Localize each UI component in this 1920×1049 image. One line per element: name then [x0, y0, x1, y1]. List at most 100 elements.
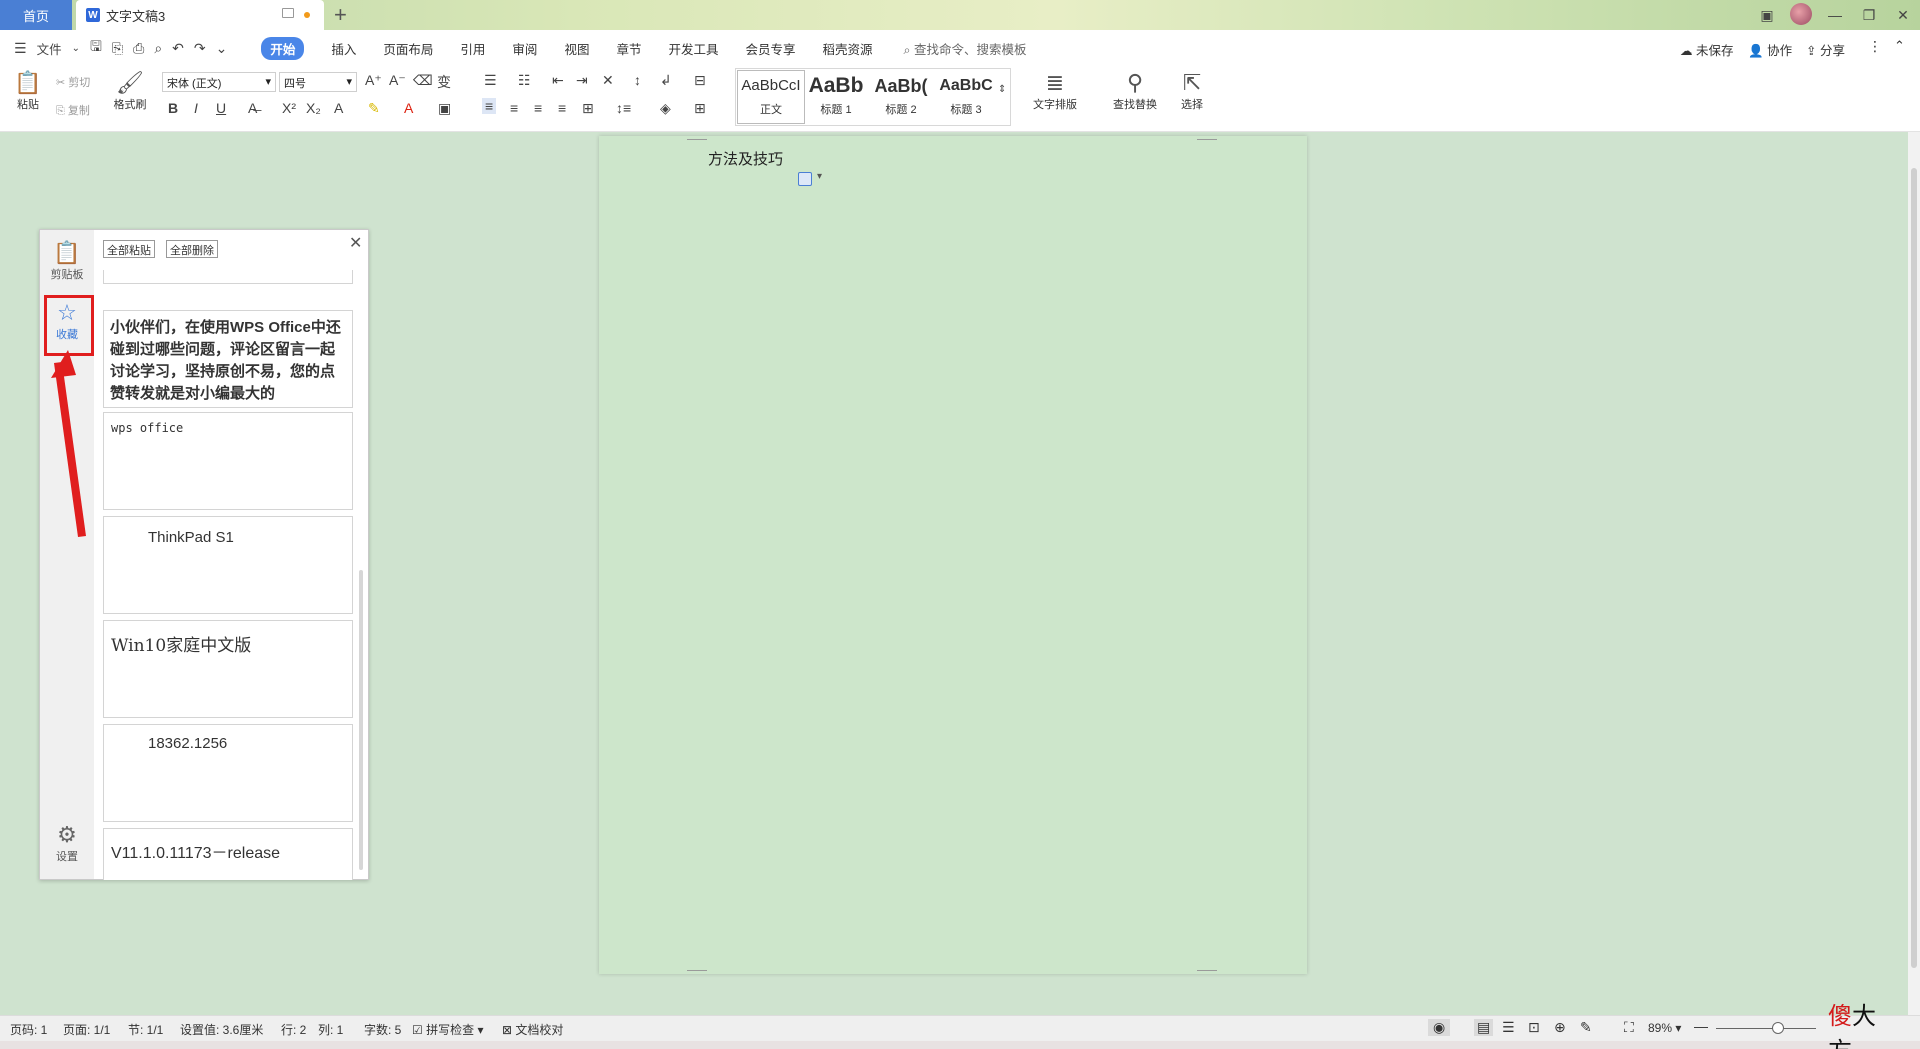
menu-chapter[interactable]: 章节	[616, 39, 641, 58]
list-item[interactable]	[103, 270, 353, 284]
document-page[interactable]	[599, 136, 1307, 974]
web-view-icon[interactable]: ⊕	[1554, 1019, 1566, 1036]
font-size-select[interactable]: 四号 ▾	[279, 72, 357, 92]
italic-icon[interactable]: I	[194, 100, 198, 116]
decrease-indent-icon[interactable]: ⇤	[552, 72, 564, 89]
redo-icon[interactable]: ↷	[194, 40, 206, 57]
list-item[interactable]: ThinkPad S1	[103, 516, 353, 614]
clear-format-icon[interactable]: ⌫	[413, 72, 433, 89]
save-icon[interactable]: 🖫	[90, 36, 102, 60]
font-color-icon[interactable]: A	[404, 100, 413, 116]
increase-indent-icon[interactable]: ⇥	[576, 72, 588, 89]
customize-chevron-icon[interactable]: ⌄	[216, 40, 228, 57]
bullet-list-icon[interactable]: ☰	[484, 72, 497, 89]
undo-icon[interactable]: ↶	[172, 40, 184, 57]
export-pdf-icon[interactable]: ⎘	[112, 40, 123, 57]
chinese-layout-icon[interactable]: ✕	[602, 72, 614, 89]
page-view-icon[interactable]: ▤	[1474, 1019, 1494, 1036]
char-border-icon[interactable]: ▣	[438, 100, 451, 117]
zoom-slider-track[interactable]	[1716, 1028, 1816, 1029]
file-menu[interactable]: 文件	[37, 39, 62, 58]
delete-all-button[interactable]: 全部删除	[166, 240, 218, 258]
unsaved-button[interactable]: ☁ 未保存	[1680, 40, 1734, 59]
close-window-icon[interactable]: ✕	[1886, 7, 1920, 24]
line-spacing-icon[interactable]: ↕≡	[616, 100, 631, 116]
paste-options-icon[interactable]	[798, 171, 822, 186]
style-heading-2[interactable]: AaBb( 标题 2	[867, 70, 935, 124]
menu-docer[interactable]: 稻壳资源	[823, 39, 873, 58]
menu-view[interactable]: 视图	[564, 39, 589, 58]
align-center-icon[interactable]: ≡	[510, 100, 518, 116]
show-marks-icon[interactable]: ↲	[660, 72, 672, 89]
justify-icon[interactable]: ≡	[558, 100, 566, 116]
bold-icon[interactable]: B	[168, 100, 178, 116]
share-button[interactable]: ⇪ 分享	[1806, 40, 1845, 59]
find-replace-button[interactable]: ⚲ 查找替换	[1104, 70, 1166, 112]
underline-icon[interactable]: U	[216, 100, 226, 116]
spell-check-button[interactable]: ☑ 拼写检查 ▾	[412, 1021, 484, 1038]
paste-all-button[interactable]: 全部粘贴	[103, 240, 155, 258]
monitor-icon[interactable]	[282, 8, 294, 18]
list-item[interactable]: Win10家庭中文版	[103, 620, 353, 718]
style-gallery-more-icon[interactable]: ⇕	[998, 84, 1006, 95]
subscript-icon[interactable]: X₂	[306, 100, 321, 116]
cut-button[interactable]: ✂ 剪切	[56, 74, 90, 90]
status-section[interactable]: 节: 1/1	[128, 1021, 163, 1038]
fit-page-icon[interactable]: ⛶	[1624, 1019, 1634, 1036]
menu-references[interactable]: 引用	[460, 39, 485, 58]
menu-developer[interactable]: 开发工具	[668, 39, 718, 58]
clipboard-scrollbar[interactable]	[359, 570, 363, 870]
hamburger-icon[interactable]: ☰	[14, 40, 27, 57]
format-painter-button[interactable]: 🖌 格式刷	[110, 70, 150, 112]
menu-insert[interactable]: 插入	[331, 39, 356, 58]
collab-button[interactable]: 👤 协作	[1748, 40, 1792, 59]
copy-button[interactable]: ⎘ 复制	[56, 102, 90, 118]
style-heading-1[interactable]: AaBb 标题 1	[802, 70, 870, 124]
numbered-list-icon[interactable]: ☷	[518, 72, 531, 89]
status-setting[interactable]: 设置值: 3.6厘米	[180, 1021, 263, 1038]
restore-icon[interactable]: ❐	[1852, 7, 1886, 24]
tab-stops-icon[interactable]: ⊟	[694, 72, 706, 89]
menu-start[interactable]: 开始	[261, 36, 305, 60]
list-item[interactable]: V11.1.0.11173－release	[103, 828, 353, 880]
pinyin-icon[interactable]: 变	[437, 72, 451, 92]
sidebar-item-clipboard[interactable]: 📋 剪贴板	[40, 240, 94, 282]
shrink-font-icon[interactable]: A⁻	[389, 72, 406, 89]
layout-icon[interactable]: ▣	[1750, 7, 1784, 24]
close-icon[interactable]: ✕	[349, 233, 362, 253]
search-command-input[interactable]: ⌕ 查找命令、搜索模板	[904, 39, 1027, 58]
zoom-slider-handle[interactable]	[1772, 1022, 1784, 1034]
text-layout-button[interactable]: ≣ 文字排版	[1024, 70, 1086, 112]
eye-protection-icon[interactable]: ◉	[1428, 1019, 1451, 1036]
more-icon[interactable]: ⋮	[1868, 38, 1882, 55]
borders-icon[interactable]: ⊞	[694, 100, 706, 117]
outline-view-icon[interactable]: ☰	[1502, 1019, 1515, 1036]
select-button[interactable]: ⇱ 选择	[1172, 70, 1212, 112]
status-page-code[interactable]: 页码: 1	[10, 1021, 47, 1038]
highlight-icon[interactable]: ✎	[368, 100, 380, 117]
document-text[interactable]: 方法及技巧	[708, 148, 783, 169]
menu-page-layout[interactable]: 页面布局	[383, 39, 433, 58]
tab-document[interactable]: W 文字文稿3	[76, 0, 324, 30]
collapse-ribbon-icon[interactable]: ⌃	[1894, 38, 1905, 54]
shading-icon[interactable]: ◈	[660, 100, 671, 117]
status-row[interactable]: 行: 2	[281, 1021, 306, 1038]
strikethrough-icon[interactable]: A̶	[248, 100, 257, 116]
scrollbar-thumb[interactable]	[1911, 168, 1917, 968]
grow-font-icon[interactable]: A⁺	[365, 72, 382, 89]
pen-icon[interactable]: ✎	[1580, 1019, 1592, 1036]
vertical-scrollbar[interactable]	[1908, 132, 1920, 1015]
menu-member[interactable]: 会员专享	[745, 39, 795, 58]
font-name-select[interactable]: 宋体 (正文) ▾	[162, 72, 276, 92]
superscript-icon[interactable]: X²	[282, 100, 296, 116]
style-normal[interactable]: AaBbCcI 正文	[737, 70, 805, 124]
align-left-icon[interactable]: ≡	[482, 98, 497, 114]
sidebar-item-settings[interactable]: ⚙ 设置	[40, 822, 94, 864]
reading-view-icon[interactable]: ⊡	[1528, 1019, 1540, 1036]
status-pages[interactable]: 页面: 1/1	[63, 1021, 110, 1038]
list-item[interactable]: wps office	[103, 412, 353, 510]
file-chevron-icon[interactable]: ⌄	[72, 43, 80, 54]
distribute-icon[interactable]: ⊞	[582, 100, 594, 117]
minimize-icon[interactable]: —	[1818, 7, 1852, 23]
zoom-out-icon[interactable]: —	[1694, 1018, 1708, 1034]
